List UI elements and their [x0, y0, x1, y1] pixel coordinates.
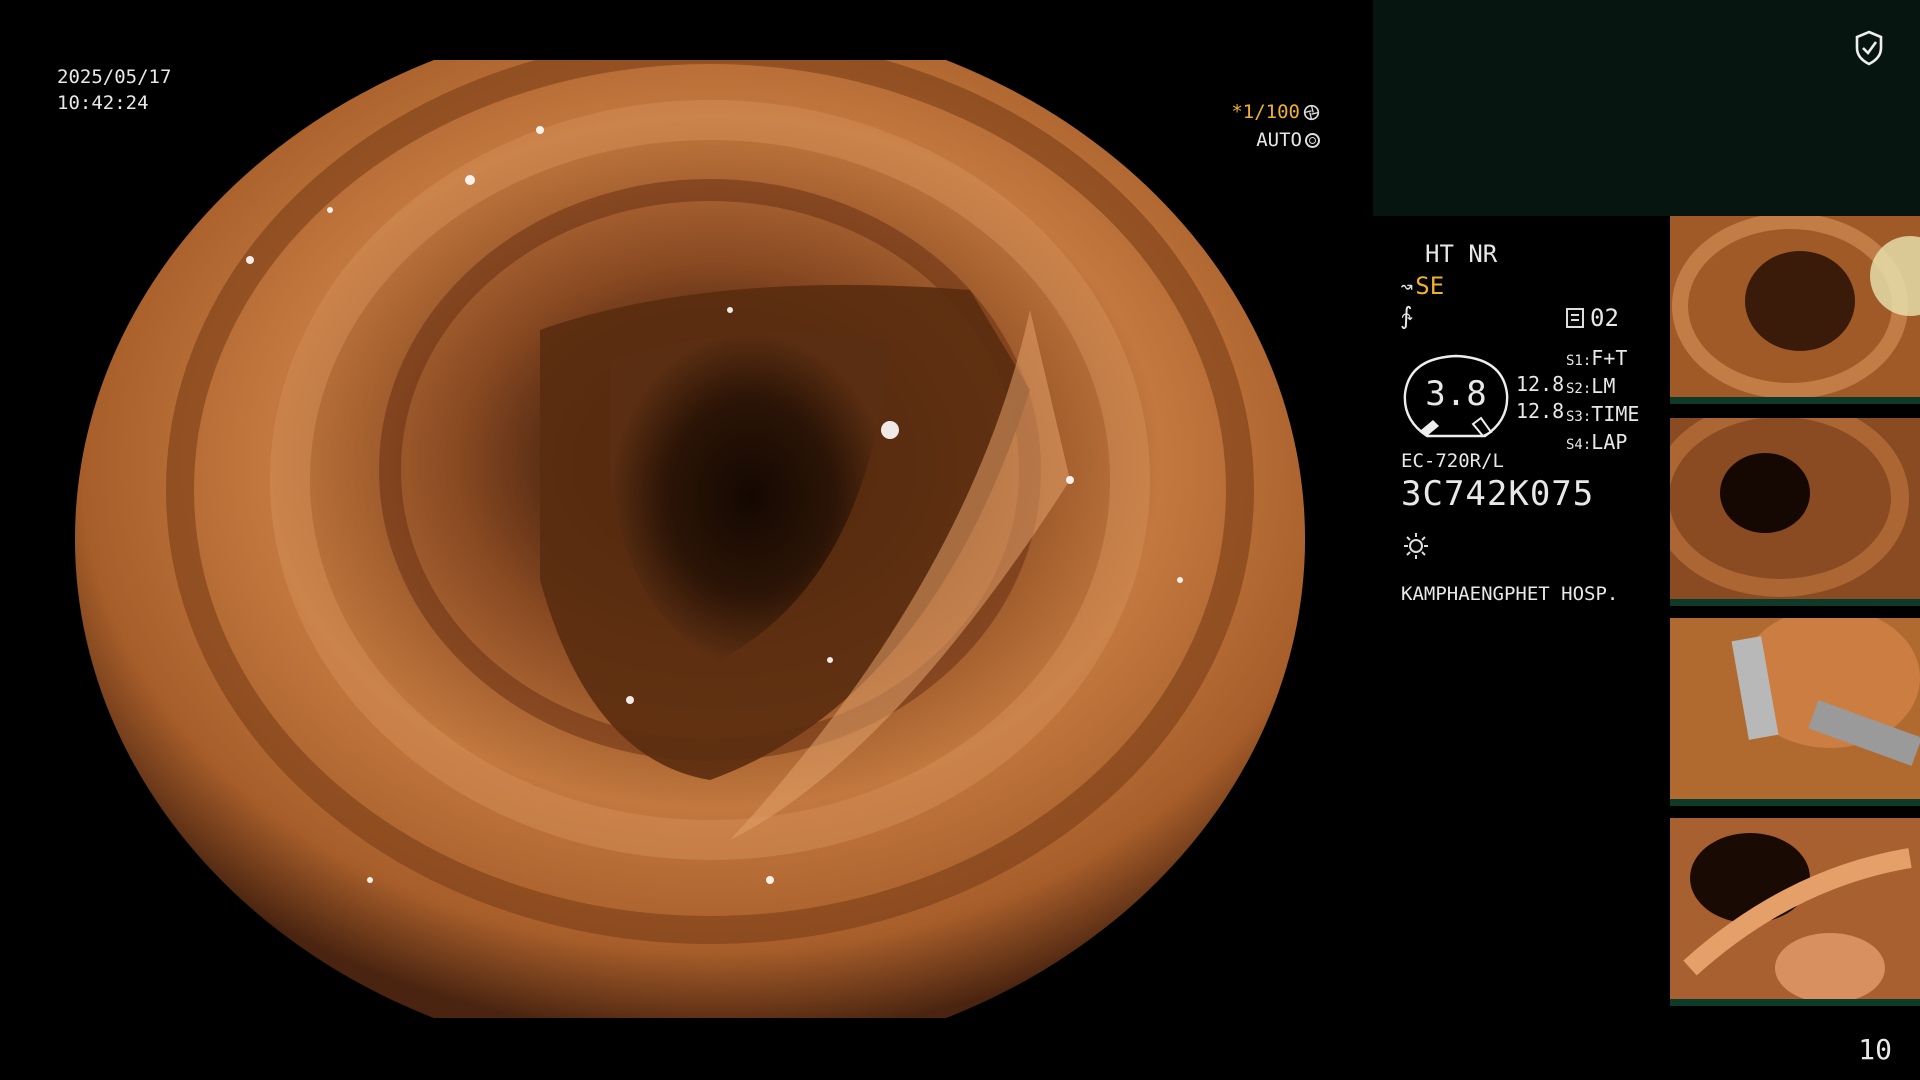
hospital-name: KAMPHAENGPHET HOSP.: [1401, 583, 1619, 605]
endoscopic-main-view: [74, 60, 1306, 1018]
shutter-readout: *1/100 AUTO: [1231, 98, 1320, 154]
datetime-display: 2025/05/17 10:42:24: [57, 64, 171, 116]
captured-thumbnail[interactable]: [1670, 216, 1920, 404]
captured-thumbnail[interactable]: [1670, 818, 1920, 1006]
switch-assignments: S1:F+T S2:LM S3:TIME S4:LAP: [1566, 346, 1639, 458]
top-info-box: [1373, 0, 1920, 216]
time-text: 10:42:24: [57, 92, 149, 114]
enhance-label: SE: [1415, 272, 1445, 300]
scope-model: EC-720R/L: [1401, 450, 1504, 472]
freeze-icon: ∱: [1400, 302, 1413, 330]
level-top: 12.8: [1516, 372, 1565, 396]
scope-mode-icon: ↝: [1400, 275, 1414, 300]
shutter-speed: *1/100: [1231, 101, 1300, 123]
date-text: 2025/05/17: [57, 66, 172, 88]
switch-row: S3:TIME: [1566, 402, 1640, 426]
level-bottom: 12.8: [1516, 399, 1565, 423]
switch-row: S2:LM: [1566, 374, 1616, 398]
switch-row: S4:LAP: [1566, 430, 1628, 454]
dial-value: 3.8: [1425, 374, 1487, 414]
light-icon: [1404, 533, 1428, 559]
shield-check-icon: [1855, 30, 1883, 66]
memory-icon: [1566, 308, 1584, 328]
captured-thumbnail[interactable]: [1670, 618, 1920, 806]
memory-indicator: 02: [1566, 304, 1619, 332]
scope-serial: 3C742K075: [1401, 474, 1595, 514]
ht-nr-label: HT NR: [1425, 240, 1498, 268]
memory-value: 02: [1590, 304, 1619, 332]
page-number: 10: [1858, 1033, 1892, 1066]
enhance-mode: ↝SE: [1400, 272, 1444, 300]
switch-row: S1:F+T: [1566, 346, 1628, 370]
iris-icon: [1305, 132, 1320, 148]
captured-thumbnail[interactable]: [1670, 418, 1920, 606]
aperture-icon: [1303, 104, 1320, 120]
iris-mode: AUTO: [1256, 129, 1302, 151]
